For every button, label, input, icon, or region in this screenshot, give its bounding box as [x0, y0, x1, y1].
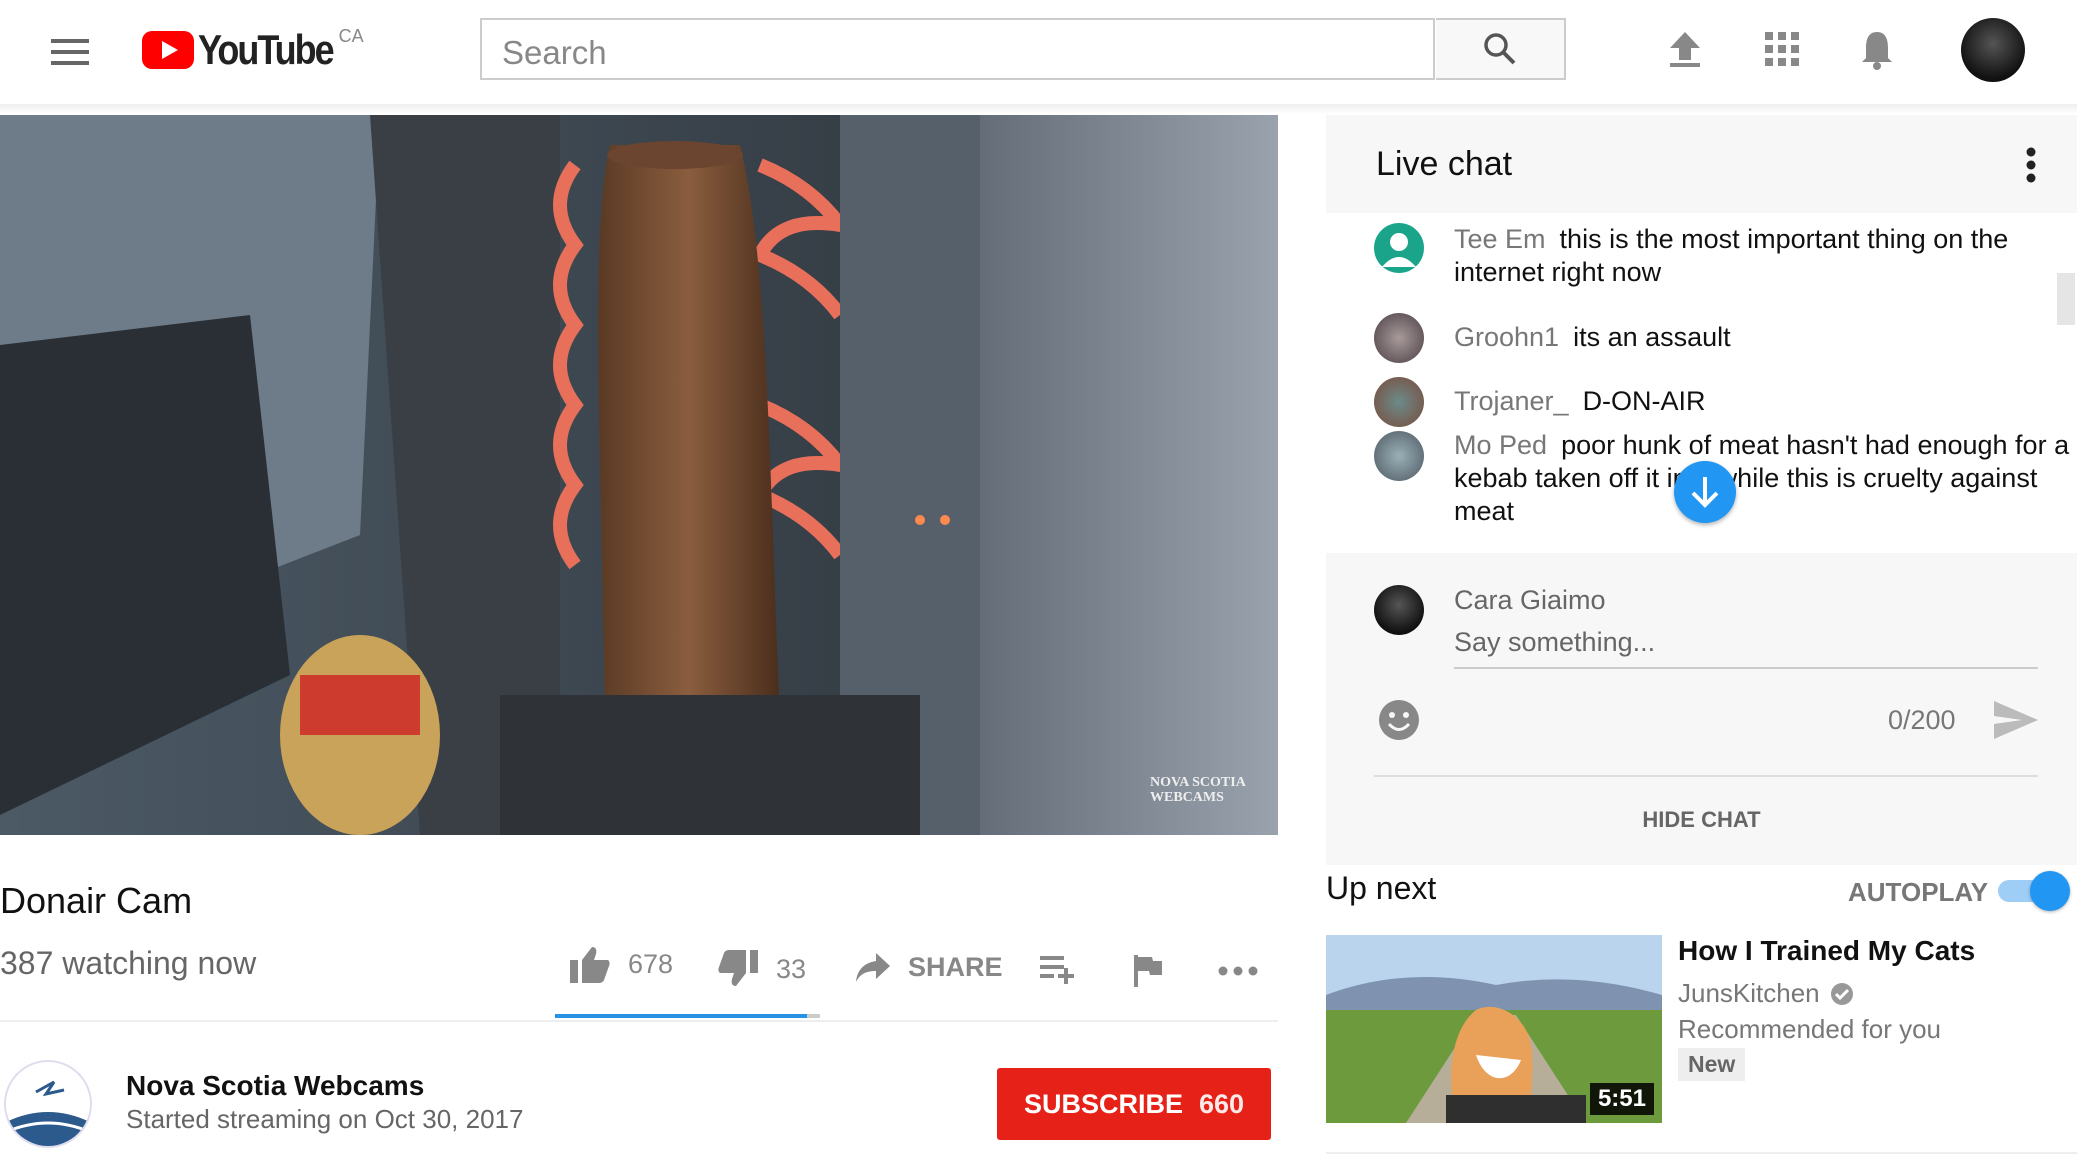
- chat-text: D-ON-AIR: [1582, 386, 1706, 416]
- search-button[interactable]: [1436, 18, 1566, 80]
- chat-author[interactable]: Mo Ped: [1454, 430, 1547, 460]
- recommendation-reason: Recommended for you: [1678, 1014, 1942, 1044]
- dislike-count: 33: [776, 953, 807, 984]
- scroll-to-bottom-button[interactable]: [1674, 461, 1736, 523]
- autoplay-knob: [2030, 871, 2070, 911]
- chat-scrollbar-thumb[interactable]: [2057, 273, 2075, 325]
- chat-author[interactable]: Tee Em: [1454, 224, 1546, 254]
- subscribe-button[interactable]: SUBSCRIBE 660: [997, 1068, 1271, 1140]
- arrow-down-icon: [1691, 477, 1719, 508]
- share-arrow-icon: [856, 952, 890, 982]
- channel-avatar[interactable]: [4, 1060, 92, 1148]
- autoplay-label: AUTOPLAY: [1848, 877, 1989, 907]
- thumbs-down-icon: [718, 950, 758, 986]
- menu-icon[interactable]: [51, 32, 89, 72]
- logo-text: YouTube: [198, 25, 335, 74]
- char-counter: 0/200: [1888, 705, 1956, 735]
- current-user-name: Cara Giaimo: [1454, 585, 1606, 615]
- chat-message-list: Tee Em this is the most important thing o…: [1326, 213, 2077, 553]
- default-user-icon: [1382, 233, 1416, 267]
- verified-check-icon: [1830, 982, 1853, 1005]
- apps-grid-icon[interactable]: [1765, 32, 1799, 66]
- hide-chat-label: HIDE CHAT: [1642, 807, 1761, 832]
- notifications-bell-icon[interactable]: [1860, 28, 1894, 70]
- up-next-divider: [1326, 1152, 2077, 1154]
- chat-title: Live chat: [1376, 145, 1513, 183]
- watermark-logo: NOVA SCOTIA WEBCAMS: [1150, 775, 1246, 805]
- subscriber-count: 660: [1198, 1088, 1245, 1119]
- region-label: CA: [338, 26, 364, 46]
- chat-message: Tee Em this is the most important thing o…: [1454, 223, 2077, 289]
- top-header: YouTube CA Search: [0, 0, 2077, 104]
- emoji-icon[interactable]: [1378, 699, 1420, 741]
- up-next-video-title[interactable]: How I Trained My Cats: [1678, 935, 1975, 967]
- avatar[interactable]: [1374, 223, 1424, 273]
- up-next-title: Up next: [1326, 870, 1437, 906]
- report-flag-icon[interactable]: [1134, 955, 1162, 987]
- more-actions-icon[interactable]: [1218, 966, 1258, 976]
- video-player[interactable]: NOVA SCOTIA WEBCAMS: [0, 115, 1278, 835]
- like-button[interactable]: 678: [570, 945, 673, 983]
- share-label: SHARE: [908, 952, 1003, 982]
- chat-menu-icon[interactable]: [2026, 147, 2036, 183]
- search-icon: [1484, 33, 1516, 65]
- chat-author[interactable]: Groohn1: [1454, 322, 1559, 352]
- chat-message: Mo Ped poor hunk of meat hasn't had enoug…: [1454, 429, 2077, 528]
- like-ratio-fill: [555, 1014, 807, 1018]
- new-badge: New: [1678, 1048, 1746, 1081]
- dislike-button[interactable]: 33: [718, 950, 806, 988]
- video-frame: [0, 115, 1278, 835]
- chat-input[interactable]: Say something...: [1454, 627, 2038, 669]
- chat-message: Trojaner_ D-ON-AIR: [1454, 385, 2077, 418]
- upload-icon[interactable]: [1668, 30, 1702, 68]
- search-input[interactable]: Search: [480, 18, 1435, 80]
- youtube-logo[interactable]: YouTube CA: [142, 26, 364, 73]
- up-next-channel-name: JunsKitchen: [1678, 978, 1820, 1008]
- hide-chat-button[interactable]: HIDE CHAT: [1326, 785, 2077, 855]
- header-divider: [0, 104, 2077, 114]
- live-chat-panel: Live chat Tee Em this is the most importa…: [1326, 115, 2077, 865]
- current-user-avatar: [1374, 585, 1424, 635]
- video-duration: 5:51: [1589, 1083, 1654, 1115]
- account-avatar[interactable]: [1961, 18, 2025, 82]
- subscribe-label: SUBSCRIBE: [1023, 1088, 1183, 1119]
- chat-message: Groohn1 its an assault: [1454, 321, 2077, 354]
- channel-name[interactable]: Nova Scotia Webcams: [126, 1070, 424, 1102]
- autoplay-toggle[interactable]: [1998, 871, 2070, 911]
- watching-count: 387 watching now: [0, 945, 257, 981]
- stream-start-date: Started streaming on Oct 30, 2017: [126, 1104, 524, 1134]
- like-ratio-bar: [555, 1014, 820, 1018]
- send-icon[interactable]: [1994, 701, 2038, 739]
- up-next-thumbnail[interactable]: 5:51: [1326, 935, 1662, 1123]
- share-button[interactable]: SHARE: [856, 952, 1003, 983]
- channel-logo-icon: [6, 1080, 90, 1146]
- add-to-playlist-icon[interactable]: [1040, 956, 1076, 984]
- chat-author[interactable]: Trojaner_: [1454, 386, 1569, 416]
- chat-text: its an assault: [1573, 322, 1731, 352]
- video-title: Donair Cam: [0, 880, 193, 921]
- youtube-play-icon: [142, 31, 194, 69]
- avatar[interactable]: [1374, 313, 1424, 363]
- avatar[interactable]: [1374, 431, 1424, 481]
- chat-divider: [1374, 775, 2038, 777]
- thumbs-up-icon: [570, 947, 610, 983]
- info-divider: [0, 1020, 1278, 1022]
- like-count: 678: [628, 948, 674, 979]
- up-next-channel[interactable]: JunsKitchen: [1678, 978, 1854, 1009]
- avatar[interactable]: [1374, 377, 1424, 427]
